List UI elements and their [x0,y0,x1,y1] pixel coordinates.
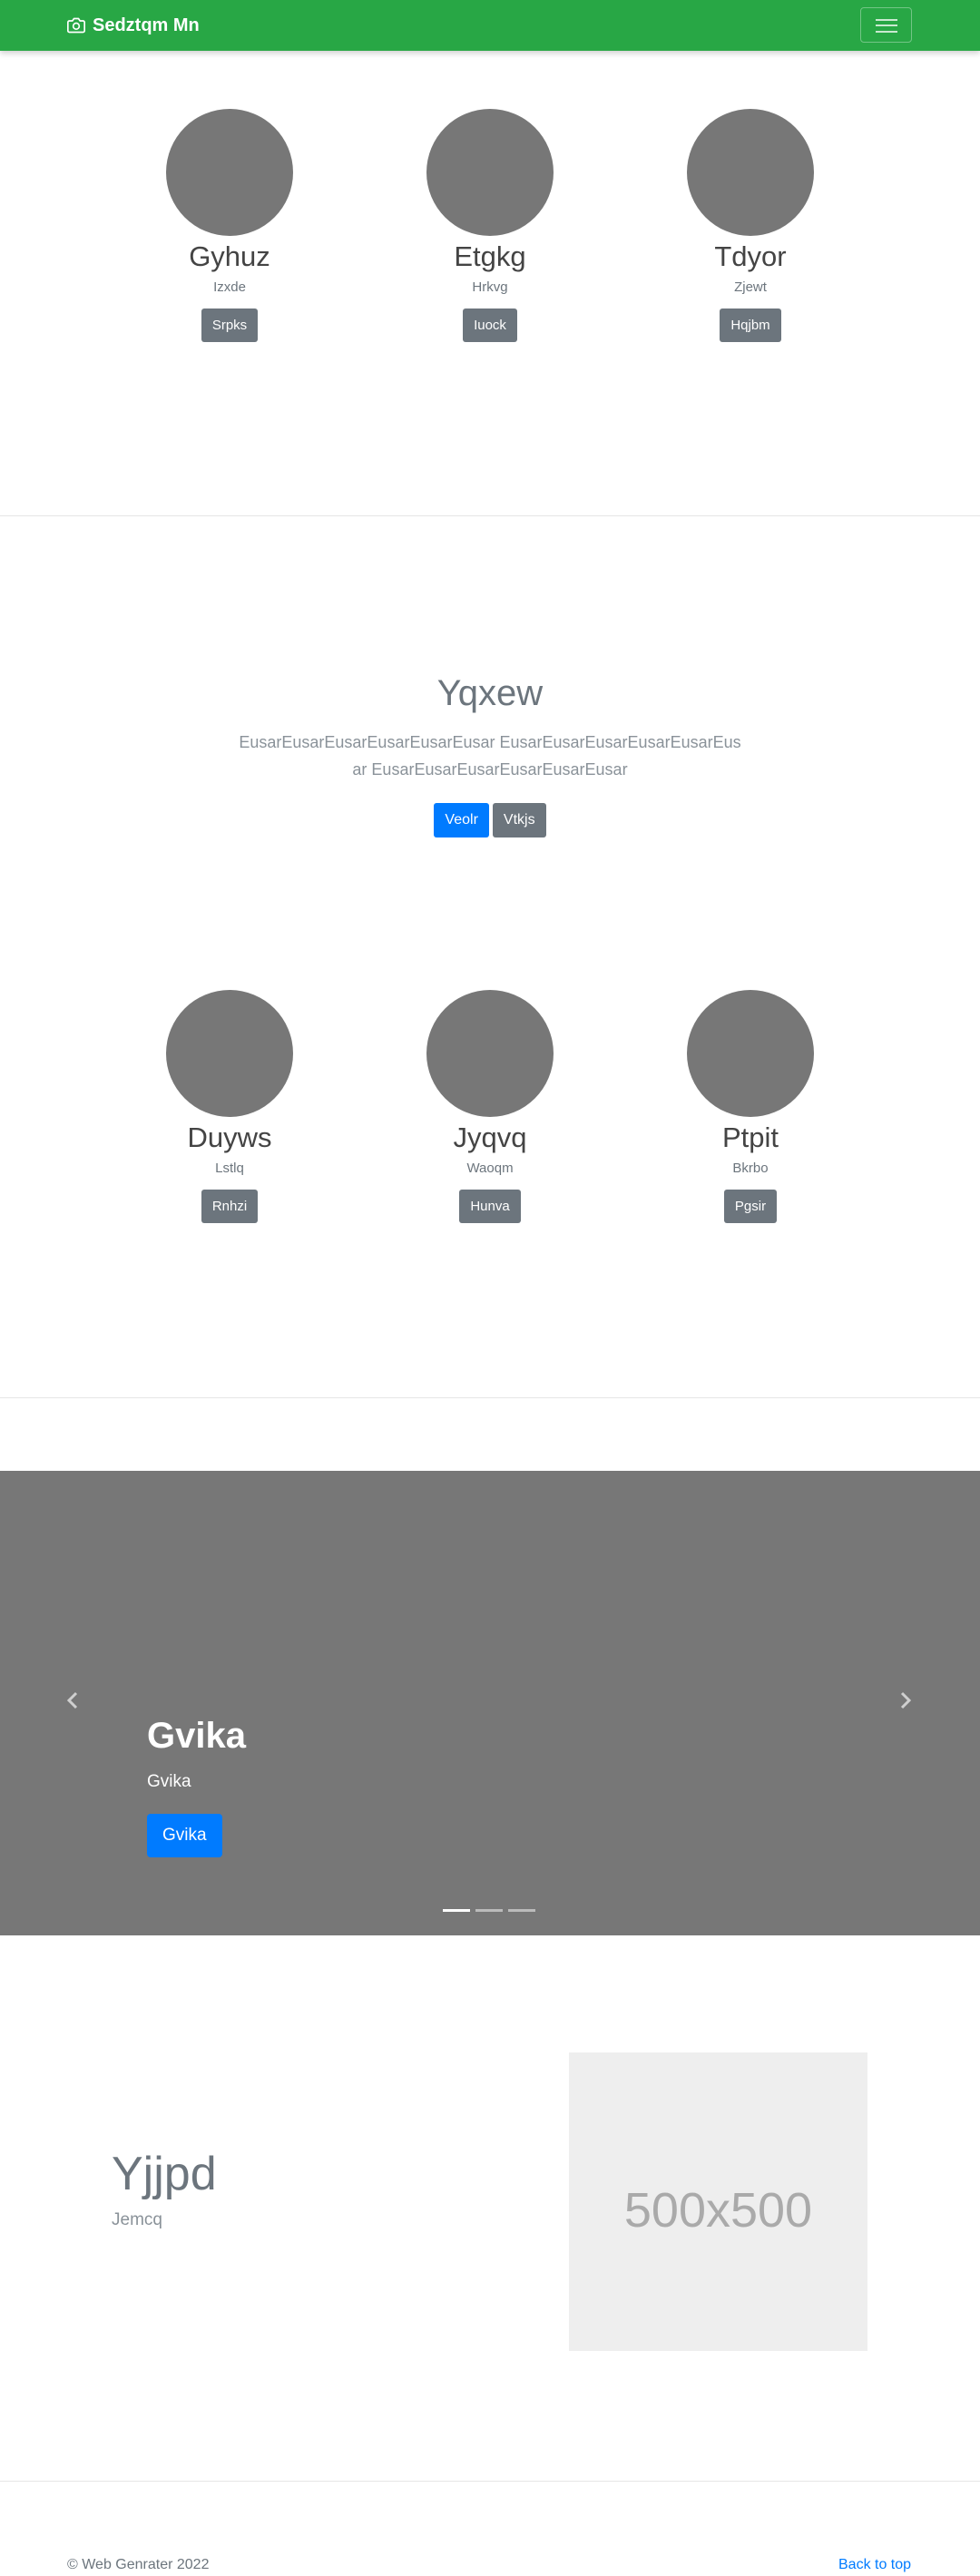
section-divider [0,1397,980,1398]
avatar [166,109,293,236]
profile-button[interactable]: Pgsir [723,1190,778,1223]
profile-card: Tdyor Zjewt Hqjbm [642,109,859,342]
section-divider [0,2481,980,2482]
placeholder-image: 500x500 [569,2052,867,2351]
placeholder-label: 500x500 [623,2183,813,2238]
hamburger-icon [876,19,897,21]
profile-name: Ptpit [721,1121,779,1153]
avatar [687,109,814,236]
hero-title: Yqxew [436,673,544,713]
camera-icon [67,17,85,34]
carousel-indicator[interactable] [508,1909,535,1912]
profile-button[interactable]: Rnhzi [201,1190,259,1223]
profile-card: Etgkg Hrkvg Iuock [381,109,599,342]
profile-subtitle: Izxde [213,279,246,295]
avatar [166,990,293,1117]
avatar [426,109,554,236]
profile-card: Jyqvq Waoqm Hunva [381,990,599,1223]
feature-title: Yjjpd [112,2148,217,2200]
navbar-toggler-button[interactable] [860,7,912,43]
brand-name: Sedztqm Mn [93,15,200,35]
avatar [687,990,814,1117]
carousel-indicator[interactable] [443,1909,470,1912]
carousel: Gvika Gvika Gvika [0,1471,980,1935]
hero-text: EusarEusarEusarEusarEusarEusar EusarEusa… [239,733,741,779]
carousel-title: Gvika [147,1716,246,1756]
hero-buttons: Veolr Vtkjs [0,803,980,837]
profile-subtitle: Hrkvg [472,279,508,295]
profile-name: Duyws [187,1121,272,1153]
profile-card: Gyhuz Izxde Srpks [121,109,338,342]
feature-subtitle: Jemcq [112,2210,162,2229]
carousel-subtitle: Gvika [147,1772,191,1791]
profile-card: Ptpit Bkrbo Pgsir [642,990,859,1223]
profile-name: Etgkg [454,240,526,272]
profile-name: Gyhuz [189,240,270,272]
navbar: Sedztqm Mn [0,0,980,51]
avatar [426,990,554,1117]
profile-button[interactable]: Iuock [463,309,517,342]
profile-subtitle: Zjewt [734,279,767,295]
chevron-right-icon[interactable] [897,1687,915,1714]
profile-subtitle: Lstlq [215,1161,244,1176]
profile-name: Tdyor [714,240,787,272]
section-divider [0,515,980,516]
carousel-indicator[interactable] [475,1909,503,1912]
profile-button[interactable]: Hqjbm [720,309,781,342]
profile-button[interactable]: Hunva [459,1190,521,1223]
navbar-brand[interactable]: Sedztqm Mn [67,15,200,36]
back-to-top-link[interactable]: Back to top [838,2557,911,2573]
footer-copyright: © Web Genrater 2022 [67,2557,210,2572]
carousel-indicators [443,1909,535,1912]
profile-name: Jyqvq [453,1121,527,1153]
carousel-button[interactable]: Gvika [147,1814,222,1857]
profile-button[interactable]: Srpks [201,309,259,342]
profile-card: Duyws Lstlq Rnhzi [121,990,338,1223]
profile-subtitle: Bkrbo [732,1161,769,1176]
profile-subtitle: Waoqm [466,1161,514,1176]
hero-secondary-button[interactable]: Vtkjs [492,803,546,837]
hero-primary-button[interactable]: Veolr [434,803,489,837]
chevron-left-icon[interactable] [64,1687,82,1714]
